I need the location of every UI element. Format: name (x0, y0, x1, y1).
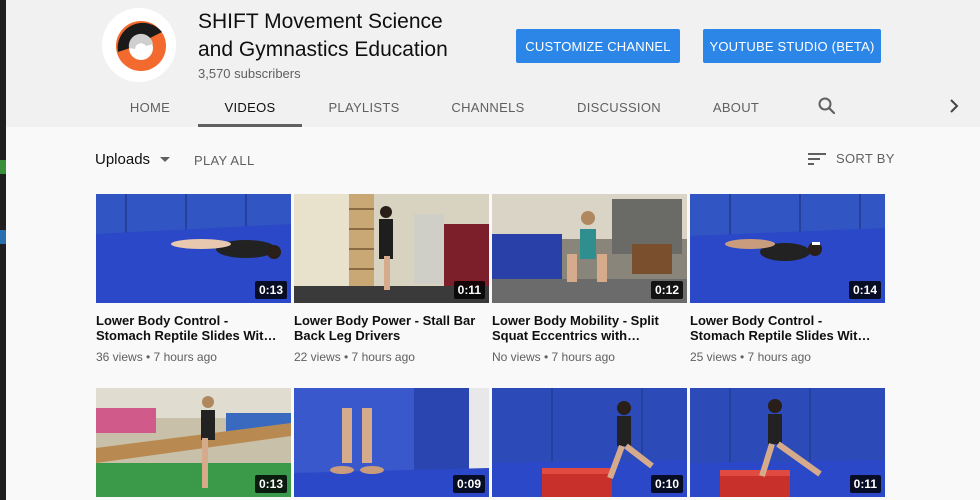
video-meta: 25 views • 7 hours ago (690, 350, 811, 364)
youtube-studio-button[interactable]: YOUTUBE STUDIO (BETA) (703, 29, 881, 63)
video-thumbnail[interactable]: 0:11 (294, 194, 489, 303)
video-thumbnail[interactable]: 0:13 (96, 194, 291, 303)
channel-header: SHIFT Movement Science and Gymnastics Ed… (6, 0, 980, 127)
video-meta: No views • 7 hours ago (492, 350, 615, 364)
video-item[interactable]: 0:14 Lower Body Control - Stomach Reptil… (690, 194, 885, 364)
tab-discussion[interactable]: DISCUSSION (574, 88, 664, 127)
caret-down-icon (160, 157, 171, 162)
video-thumbnail[interactable]: 0:12 (492, 194, 687, 303)
tab-channels[interactable]: CHANNELS (448, 88, 528, 127)
sort-by-button[interactable]: SORT BY (808, 151, 895, 166)
uploads-label: Uploads (95, 151, 151, 168)
video-title[interactable]: Lower Body Control - Stomach Reptile Sli… (96, 313, 286, 343)
video-thumbnail[interactable]: 0:11 (690, 388, 885, 497)
video-meta: 36 views • 7 hours ago (96, 350, 217, 364)
videos-toolbar: Uploads PLAY ALL SORT BY (6, 127, 980, 187)
tab-videos[interactable]: VIDEOS (198, 88, 302, 127)
video-duration: 0:13 (254, 475, 287, 493)
video-title[interactable]: Lower Body Control - Stomach Reptile Sli… (690, 313, 880, 343)
video-item[interactable]: 0:09 (294, 388, 489, 497)
video-item[interactable]: 0:11 (690, 388, 885, 497)
channel-logo-icon (102, 8, 176, 82)
tab-home[interactable]: HOME (118, 88, 182, 127)
sort-icon (808, 152, 826, 165)
video-duration: 0:11 (849, 475, 881, 493)
customize-channel-button[interactable]: CUSTOMIZE CHANNEL (516, 29, 680, 63)
video-meta: 22 views • 7 hours ago (294, 350, 415, 364)
video-item[interactable]: 0:11 Lower Body Power - Stall Bar Back L… (294, 194, 489, 364)
video-item[interactable]: 0:13 (96, 388, 291, 497)
video-title[interactable]: Lower Body Power - Stall Bar Back Leg Dr… (294, 313, 484, 343)
video-item[interactable]: 0:13 Lower Body Control - Stomach Reptil… (96, 194, 291, 364)
tab-playlists[interactable]: PLAYLISTS (324, 88, 404, 127)
video-thumbnail[interactable]: 0:14 (690, 194, 885, 303)
video-thumbnail[interactable]: 0:10 (492, 388, 687, 497)
search-icon[interactable] (817, 96, 837, 116)
channel-avatar[interactable] (102, 8, 176, 82)
sort-by-label: SORT BY (836, 151, 895, 166)
video-duration: 0:09 (452, 475, 485, 493)
subscriber-count: 3,570 subscribers (198, 66, 301, 81)
chevron-right-icon[interactable] (944, 96, 964, 116)
video-duration: 0:11 (453, 281, 485, 299)
channel-name: SHIFT Movement Science and Gymnastics Ed… (198, 8, 488, 64)
video-thumbnail[interactable]: 0:13 (96, 388, 291, 497)
video-duration: 0:14 (848, 281, 881, 299)
channel-tabs: HOME VIDEOS PLAYLISTS CHANNELS DISCUSSIO… (6, 88, 980, 127)
edge-mark (0, 230, 6, 244)
uploads-dropdown[interactable]: Uploads (95, 151, 171, 168)
video-item[interactable]: 0:10 (492, 388, 687, 497)
video-duration: 0:12 (650, 281, 683, 299)
channel-name-line2: and Gymnastics Education (198, 38, 448, 61)
video-title[interactable]: Lower Body Mobility - Split Squat Eccent… (492, 313, 682, 343)
video-duration: 0:13 (254, 281, 287, 299)
video-item[interactable]: 0:12 Lower Body Mobility - Split Squat E… (492, 194, 687, 364)
play-all-button[interactable]: PLAY ALL (194, 153, 254, 168)
video-thumbnail[interactable]: 0:09 (294, 388, 489, 497)
video-duration: 0:10 (650, 475, 683, 493)
tab-about[interactable]: ABOUT (706, 88, 766, 127)
channel-name-line1: SHIFT Movement Science (198, 10, 443, 33)
